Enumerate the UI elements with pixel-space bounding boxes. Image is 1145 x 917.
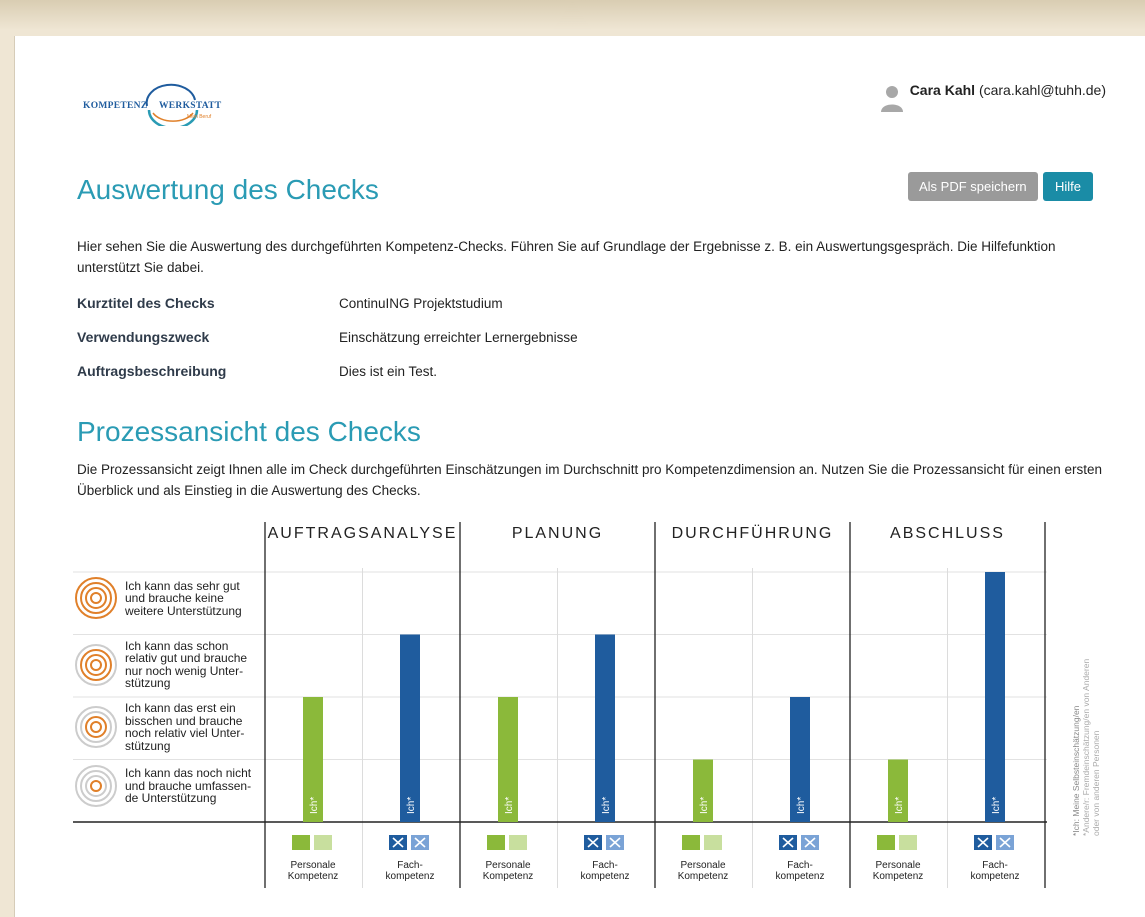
category-label: kompetenz	[776, 871, 825, 882]
personal-others-icon	[899, 835, 917, 850]
category-label: Personale	[680, 860, 725, 871]
side-note: *Andere/r: Fremdeinschätzung/en von Ande…	[1081, 659, 1091, 836]
category-label: kompetenz	[386, 871, 435, 882]
phase-header-1: AUFTRAGSANALYSE	[268, 525, 458, 542]
bar-label: Ich*	[991, 797, 1002, 814]
phase-header-3: DURCHFÜHRUNG	[672, 524, 834, 542]
personal-icon	[292, 835, 310, 850]
side-note: *Ich: Meine Selbsteinschätzung/en	[1071, 705, 1081, 836]
personal-icon	[487, 835, 505, 850]
category-label: Personale	[485, 860, 530, 871]
process-chart: AUFTRAGSANALYSE PLANUNG DURCHFÜHRUNG ABSCHL…	[73, 522, 1101, 888]
bar-label: Ich*	[406, 797, 417, 814]
personal-others-icon	[704, 835, 722, 850]
bar-label: Ich*	[894, 797, 905, 814]
category-label: Fach-	[592, 860, 618, 871]
bar-fach-1	[400, 634, 420, 822]
category-label: Personale	[290, 860, 335, 871]
category-label: Kompetenz	[873, 871, 924, 882]
personal-others-icon	[314, 835, 332, 850]
category-label: Fach-	[982, 860, 1008, 871]
bar-label: Ich*	[796, 797, 807, 814]
phase-header-4: ABSCHLUSS	[890, 525, 1005, 542]
personal-icon	[682, 835, 700, 850]
personal-others-icon	[509, 835, 527, 850]
category-label: Kompetenz	[483, 871, 534, 882]
category-label: Kompetenz	[288, 871, 339, 882]
page-card: KOMPETENZ WERKSTATT Mein Beruf Cara Kahl…	[14, 36, 1145, 917]
bar-label: Ich*	[504, 797, 515, 814]
phase-header-2: PLANUNG	[512, 525, 603, 542]
bar-label: Ich*	[699, 797, 710, 814]
category-label: Fach-	[787, 860, 813, 871]
category-label: Kompetenz	[678, 871, 729, 882]
bar-label: Ich*	[601, 797, 612, 814]
category-label: kompetenz	[581, 871, 630, 882]
personal-icon	[877, 835, 895, 850]
bar-fach-4	[985, 572, 1005, 822]
bar-fach-2	[595, 634, 615, 822]
category-label: kompetenz	[971, 871, 1020, 882]
category-label: Fach-	[397, 860, 423, 871]
category-label: Personale	[875, 860, 920, 871]
bar-label: Ich*	[309, 797, 320, 814]
side-note: oder von anderen Personen	[1091, 730, 1101, 836]
